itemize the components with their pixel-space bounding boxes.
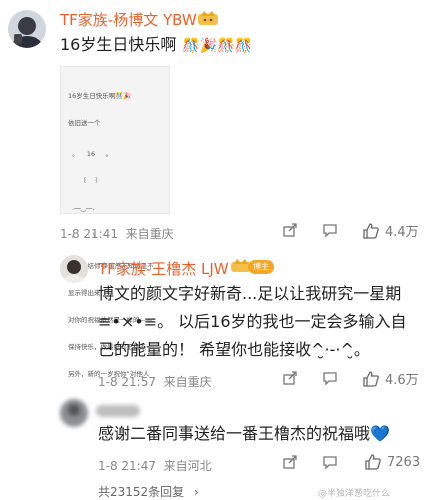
- comment-icon: [323, 456, 337, 470]
- avatar-ljw[interactable]: [60, 255, 88, 283]
- comment3-text-row: 感谢二番同事送给一番王橹杰的祝福哦💙: [98, 420, 390, 448]
- author-badge: 博主: [248, 260, 274, 274]
- image-line: .⎯⎯‿⎯⎯.: [68, 204, 95, 212]
- comment1-image[interactable]: 16岁生日快乐啊🎊🎉 依旧送一个 。 16 。 ꒰ ꒱ .⎯⎯‿⎯⎯. / \ …: [60, 66, 170, 378]
- thumbs-up-icon: [365, 454, 381, 470]
- avatar-image-icon: [60, 255, 88, 283]
- comment1-meta: 1-8 21:41 来自重庆: [60, 225, 174, 242]
- blurred-username: [96, 405, 140, 417]
- comment2-line: 己的能量的！ 希望你也能接收^̮·-·^̮。: [98, 340, 370, 359]
- image-line: 。 16 。: [68, 150, 112, 158]
- comment2-line: ≡•×•≡。 以后16岁的我也一定会多输入自: [98, 312, 407, 331]
- comment-icon: [323, 224, 337, 238]
- share-icon: [283, 223, 297, 237]
- share-button[interactable]: [282, 370, 298, 386]
- comment2-likes: 4.6万: [385, 373, 419, 388]
- watermark-text: @半独洋葱吃什么: [318, 489, 391, 499]
- comment2-line: 博文的颜文字好新奇...足以让我研究一星期: [98, 284, 402, 303]
- comment1-location: 来自重庆: [125, 227, 174, 241]
- comment3-meta: 1-8 21:47 来自河北: [98, 457, 212, 474]
- image-line: ꒰ ꒱: [68, 177, 99, 185]
- avatar-image-icon: [60, 399, 88, 427]
- comment3-text: 感谢二番同事送给一番王橹杰的祝福哦: [98, 424, 371, 443]
- share-button[interactable]: [282, 454, 298, 470]
- share-icon: [283, 371, 297, 385]
- comment-button[interactable]: [322, 370, 338, 386]
- comment-button[interactable]: [322, 454, 338, 470]
- chevron-right-icon: ›: [194, 485, 199, 499]
- image-line: 依旧送一个: [68, 119, 101, 127]
- avatar-blurred[interactable]: [60, 399, 88, 427]
- share-button[interactable]: [282, 222, 298, 238]
- comment2-location: 来自重庆: [163, 375, 212, 389]
- image-line: 16岁生日快乐啊🎊🎉: [68, 92, 132, 100]
- comment3-time: 1-8 21:47: [98, 459, 156, 473]
- comment1-likes: 4.4万: [385, 225, 419, 240]
- watermark: @半独洋葱吃什么: [318, 486, 390, 499]
- replies-label: 共23152条回复: [98, 485, 185, 499]
- comment2-time: 1-8 21:57: [98, 375, 156, 389]
- comment3-location: 来自河北: [163, 459, 212, 473]
- avatar-ybw[interactable]: [8, 10, 46, 48]
- comment2-text: 博文的颜文字好新奇...足以让我研究一星期 ≡•×•≡。 以后16岁的我也一定会…: [98, 280, 407, 364]
- like-button[interactable]: 7263: [364, 453, 420, 471]
- comment-icon: [323, 372, 337, 386]
- celebration-emojis: 🎊🎉🎊🎊: [182, 38, 253, 54]
- comment1-username[interactable]: TF家族-杨博文 YBW: [60, 9, 197, 30]
- like-button[interactable]: 4.6万: [362, 369, 419, 388]
- comment2-username[interactable]: TF家族-王橹杰 LJW: [98, 258, 229, 279]
- like-button[interactable]: 4.4万: [362, 221, 419, 240]
- crown-icon: [196, 8, 220, 26]
- thumbs-up-icon: [363, 222, 379, 239]
- comment3-likes: 7263: [387, 454, 421, 470]
- avatar-image-icon: [8, 10, 46, 48]
- thumbs-up-icon: [363, 370, 379, 387]
- blue-heart-icon: 💙: [370, 424, 390, 443]
- comment-button[interactable]: [322, 222, 338, 238]
- view-replies-link[interactable]: 共23152条回复 ›: [98, 483, 199, 500]
- share-icon: [283, 455, 297, 469]
- comment1-text-row: 16岁生日快乐啊 🎊🎉🎊🎊: [60, 31, 252, 60]
- comment2-meta: 1-8 21:57 来自重庆: [98, 373, 212, 390]
- comment1-text: 16岁生日快乐啊: [60, 35, 177, 54]
- comment1-time: 1-8 21:41: [60, 227, 118, 241]
